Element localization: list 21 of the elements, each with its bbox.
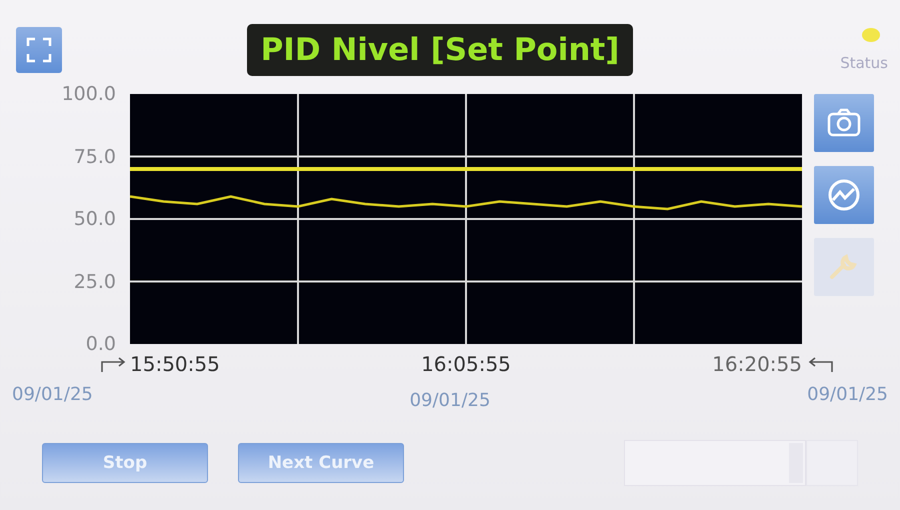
action-button[interactable]: Next Curve	[238, 443, 404, 483]
screen-title: PID Nivel [Set Point]	[246, 24, 634, 76]
y-axis-label: 50.0	[74, 210, 116, 228]
time-label: 16:05:55	[421, 352, 511, 376]
y-axis-label: 0.0	[86, 335, 116, 353]
toolbar-button[interactable]	[814, 166, 874, 224]
date-label: 09/01/25	[12, 384, 93, 407]
fullscreen-icon	[24, 35, 54, 65]
y-axis-label: 75.0	[74, 148, 116, 166]
date-label: 09/01/25	[807, 384, 888, 407]
y-axis-label: 25.0	[74, 272, 116, 290]
toolbar-button[interactable]	[814, 94, 874, 152]
start-marker-icon	[100, 356, 128, 374]
end-marker-icon	[806, 356, 834, 374]
status-label: Status	[840, 54, 888, 72]
time-label: 16:20:55	[712, 352, 802, 376]
time-label: 15:50:55	[130, 352, 220, 376]
action-button[interactable]: Stop	[42, 443, 208, 483]
y-axis-label: 100.0	[62, 85, 116, 103]
date-label: 09/01/25	[410, 390, 490, 411]
fullscreen-button[interactable]	[16, 27, 62, 73]
